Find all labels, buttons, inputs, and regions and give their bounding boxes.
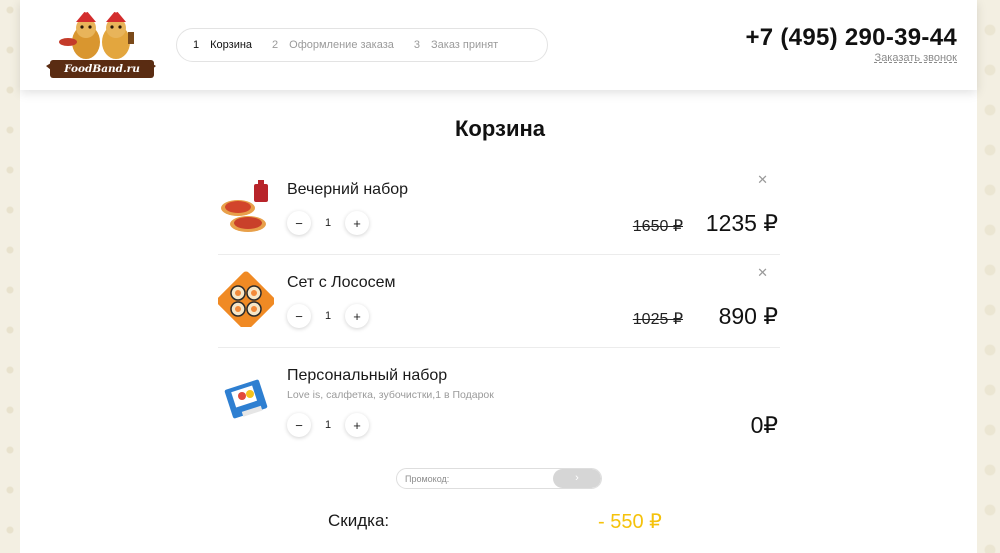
increase-button[interactable]: + [345,211,369,235]
cart-item: Вечерний набор − 1 + 1650 ₽ 1235 ₽ ✕ [218,162,780,255]
item-name: Сет с Лососем [287,274,396,291]
step-cart[interactable]: 1 Корзина [193,39,252,51]
step-checkout[interactable]: 2 Оформление заказа [272,39,394,51]
decrease-button[interactable]: − [287,304,311,328]
cart-list: Вечерний набор − 1 + 1650 ₽ 1235 ₽ ✕ Сет… [218,162,780,458]
cart-item: Сет с Лососем − 1 + 1025 ₽ 890 ₽ ✕ [218,255,780,348]
increase-button[interactable]: + [345,413,369,437]
step-label: Оформление заказа [289,39,394,51]
salmon-set-image [218,271,274,327]
quantity-value: 1 [324,419,332,431]
phone-number[interactable]: +7 (495) 290-39-44 [745,24,957,52]
site-logo[interactable]: FoodBand.ru [42,7,160,82]
decrease-button[interactable]: − [287,211,311,235]
item-price: 890 ₽ [718,303,778,329]
personal-kit-image [224,379,268,419]
step-number: 3 [413,39,420,51]
item-price: 1235 ₽ [705,210,778,236]
item-name: Вечерний набор [287,181,409,198]
remove-item-icon[interactable]: ✕ [757,172,768,188]
step-number: 2 [272,39,279,51]
quantity-value: 1 [324,310,332,322]
callback-link[interactable]: Заказать звонок [875,52,957,64]
step-label: Корзина [210,39,253,51]
item-name: Персональный набор [287,367,448,384]
promo-code-input[interactable] [397,469,551,488]
quantity-stepper: − 1 + [287,412,369,438]
increase-button[interactable]: + [345,304,369,328]
promo-code-form: › [396,468,602,489]
item-price: 0₽ [750,412,778,438]
decrease-button[interactable]: − [287,413,311,437]
checkout-steps: 1 Корзина 2 Оформление заказа 3 Заказ пр… [176,28,548,62]
step-label: Заказ принят [431,39,499,51]
cart-item: Персональный набор Love is, салфетка, зу… [218,348,780,458]
item-description: Love is, салфетка, зубочистки,1 в Подаро… [287,389,494,401]
promo-submit-button[interactable]: › [553,469,601,488]
step-order-accepted[interactable]: 3 Заказ принят [414,39,498,51]
pizza-set-image [221,180,268,232]
old-price: 1650 ₽ [632,218,683,235]
quantity-stepper: − 1 + [287,303,369,329]
step-number: 1 [193,39,200,51]
discount-value: - 550 ₽ [598,511,662,533]
discount-label: Скидка: [328,511,390,530]
logo-text: FoodBand.ru [50,60,154,78]
page-title: Корзина [455,116,545,141]
old-price: 1025 ₽ [632,311,683,328]
site-header: FoodBand.ru 1 Корзина 2 Оформление заказ… [20,0,977,90]
quantity-stepper: − 1 + [287,210,369,236]
remove-item-icon[interactable]: ✕ [757,265,768,281]
quantity-value: 1 [324,217,332,229]
